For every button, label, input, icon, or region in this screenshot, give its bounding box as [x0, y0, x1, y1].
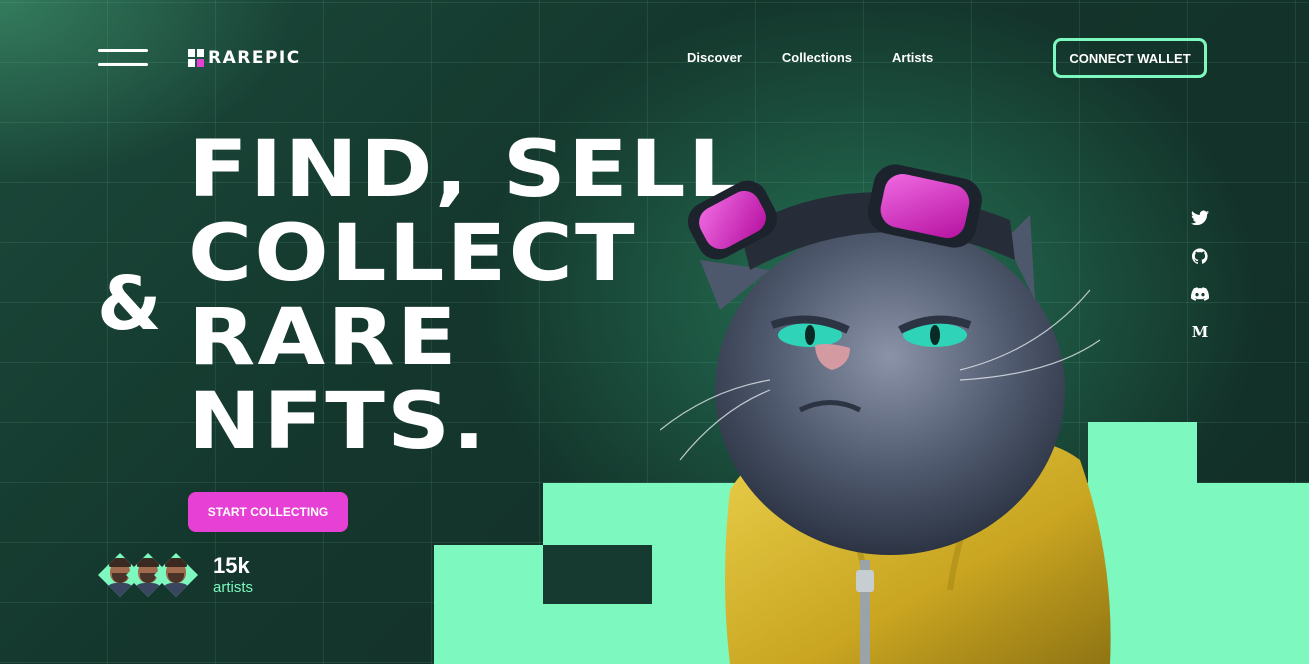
hamburger-menu-icon[interactable] — [98, 49, 148, 67]
medium-icon[interactable]: M — [1191, 324, 1209, 340]
connect-wallet-button[interactable]: CONNECT WALLET — [1053, 38, 1207, 78]
artists-count: 15k — [213, 553, 250, 578]
nav-link-collections[interactable]: Collections — [782, 50, 852, 65]
ampersand: & — [97, 261, 162, 347]
dark-block — [543, 545, 652, 604]
main-nav: Discover Collections Artists — [687, 50, 933, 65]
brand-logo[interactable]: RAREPIC — [188, 48, 301, 68]
discord-icon[interactable] — [1191, 286, 1210, 302]
nav-link-discover[interactable]: Discover — [687, 50, 742, 65]
artists-label: artists — [213, 579, 254, 596]
twitter-icon[interactable] — [1191, 210, 1209, 226]
nav-link-artists[interactable]: Artists — [892, 50, 933, 65]
cat-nft-illustration — [660, 164, 1111, 664]
start-collecting-button[interactable]: START COLLECTING — [188, 492, 348, 532]
artists-stat: 15k artists — [213, 554, 253, 598]
brand-name: RAREPIC — [208, 48, 301, 68]
artist-avatars — [98, 553, 208, 597]
logo-mark-icon — [188, 49, 204, 67]
hero-headline: FIND, SELL COLLECT RARE NFTS. — [188, 128, 744, 464]
github-icon[interactable] — [1191, 248, 1209, 264]
mint-block — [1197, 483, 1309, 545]
social-links: M — [1190, 210, 1210, 340]
avatar — [154, 553, 198, 597]
